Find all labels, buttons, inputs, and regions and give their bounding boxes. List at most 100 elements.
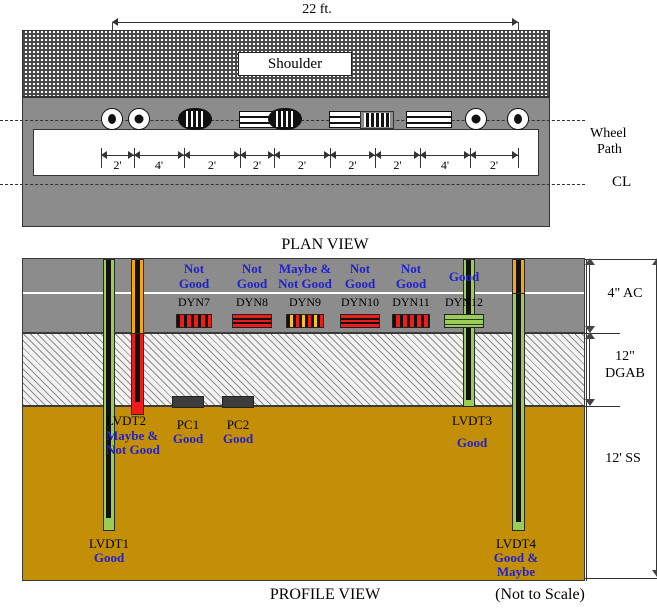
dimension-line [470,155,518,156]
coil-sensor-icon [268,108,302,130]
profile-right-extension-line [586,259,587,581]
status-line1: Good [448,269,480,284]
plan-view-caption: PLAN VIEW [281,236,369,253]
pc1-pressure-cell[interactable] [172,396,204,408]
dimension-line [420,155,470,156]
lvdt2-rod-lower[interactable] [131,333,144,415]
coil-sensor-icon [178,108,212,130]
status-line2: Not Good [278,276,332,291]
plan-sensor-coil-gray-1[interactable] [360,111,394,129]
lvdt4-rod-top-core [516,260,521,296]
circle-sensor-icon [128,108,150,130]
dimension-label: 4' [440,158,450,172]
strip-sensor-icon [406,111,452,128]
dyn-sensor-label-dyn7: DYN7 [178,295,210,309]
dim-line-dgab [589,336,590,404]
dimension-label: 2' [252,158,262,172]
profile-view-caption: PROFILE VIEW [269,586,381,603]
instrument-status-lvdt4: Good & Maybe [480,551,552,579]
lvdt4-rod[interactable] [512,293,525,531]
circle-sensor-icon [465,108,487,130]
instrument-label-lvdt3: LVDT3 [452,413,492,428]
plan-sensor-lvdt-circle-left-outer[interactable] [101,108,123,130]
plan-sensor-strip-3[interactable] [406,111,452,128]
status-line1: Maybe & [278,261,332,276]
dim-label-dgab-line2: DGAB [605,366,645,381]
lvdt2-rod-lower-core [135,334,140,402]
plan-sensor-coil-dark-2[interactable] [268,108,302,130]
dyn-status-dyn12: Good [430,269,498,284]
lvdt4-rod-top[interactable] [512,259,525,296]
wheel-path-label-line2: Path [597,142,622,157]
dyn-sensor-label-dyn11: DYN11 [392,295,430,309]
dyn-sensor-label-dyn10: DYN10 [341,295,379,309]
centerline-dash-line [0,184,585,185]
dimension-label: 2' [348,158,357,172]
dyn-sensor-dyn12[interactable] [444,314,484,328]
dyn-sensor-dyn7[interactable] [176,314,212,328]
dim-arrow-dgab-up [585,332,595,339]
lvdt4-rod-core [516,294,521,522]
figure-canvas: 22 ft. Shoulder Wheel Path CL 2' 4' 2' 2' 2'… [0,0,657,610]
dimension-label: 2' [393,158,402,172]
plan-sensor-lvdt-circle-left-inner[interactable] [128,108,150,130]
dim-label-ac: 4" AC [607,286,643,301]
plan-sensor-coil-dark-1[interactable] [178,108,212,130]
instrument-status-pc1: Good [162,432,214,446]
dimension-line [134,155,184,156]
dyn-sensor-label-dyn8: DYN8 [236,295,268,309]
plan-sensor-lvdt-circle-right-inner[interactable] [465,108,487,130]
status-line2: Good [178,276,210,291]
lvdt1-rod[interactable] [103,259,115,531]
hairline-ac-top [585,259,657,260]
dyn-sensor-dyn8[interactable] [232,314,272,328]
instrument-status-lvdt1: Good [75,551,143,565]
dimension-line [184,155,240,156]
circle-sensor-icon [101,108,123,130]
hairline-ss-bottom [585,578,657,579]
dim-label-dgab-line1: 12" [615,349,635,364]
pc2-pressure-cell[interactable] [222,396,254,408]
dim-label-dgab: 12" DGAB [594,348,656,382]
status-line1: Good [93,550,125,565]
status-line1: Not [183,261,205,276]
dyn-sensor-dyn9[interactable] [286,314,324,328]
dim-arrow-ss-down [652,570,657,577]
status-line1: Not [349,261,371,276]
dimension-line [274,155,330,156]
instrument-status-pc2: Good [212,432,264,446]
hairline-dgab-bottom [560,406,620,407]
dyn-sensor-label-dyn9: DYN9 [289,295,321,309]
dim-arrow-ac-up [585,258,595,265]
dimension-tick [518,148,519,168]
centerline-label: CL [612,174,632,190]
dimension-label: 2' [297,158,307,172]
status-line2: Good [344,276,376,291]
dim-label-ss: 12' SS [605,451,641,466]
wheel-path-label-line1: Wheel [590,126,627,141]
status-line1: Not [400,261,422,276]
instrument-status-lvdt3: Good [438,436,506,450]
dimension-label: 2' [207,158,217,172]
overall-dimension-line [112,22,518,23]
dimension-label: 2' [113,158,122,172]
dim-arrow-ss-up [652,258,657,265]
dimension-label: 4' [154,158,164,172]
status-line2: Not Good [106,442,160,457]
overall-dimension-label: 22 ft. [302,2,332,17]
dyn-sensor-dyn11[interactable] [392,314,430,328]
status-line1: Good [222,431,254,446]
dyn-sensor-dyn10[interactable] [340,314,380,328]
status-line1: Good [456,435,488,450]
plan-sensor-lvdt-circle-right-outer[interactable] [507,108,529,130]
status-line1: Not [241,261,263,276]
status-line1: Good [172,431,204,446]
circle-sensor-icon [507,108,529,130]
dyn-sensor-label-dyn12: DYN12 [445,295,483,309]
lvdt1-rod-core [106,260,111,518]
dim-arrow-dgab-down [585,399,595,406]
status-line2: Good [395,276,427,291]
status-line2: Good [236,276,268,291]
dimension-label: 2' [489,158,499,172]
status-line1: Maybe & [106,428,159,443]
